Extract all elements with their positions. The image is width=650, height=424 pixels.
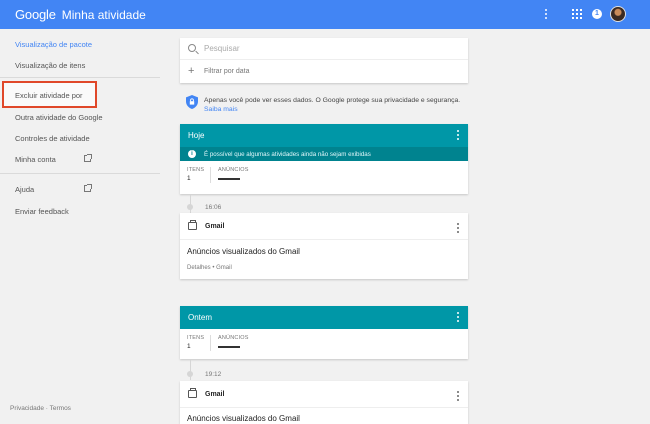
top-app-bar: Google Minha atividade 1 <box>0 0 650 29</box>
more-vert-icon[interactable] <box>456 312 460 324</box>
info-bar: i É possível que algumas atividades aind… <box>180 147 468 161</box>
activity-app: Gmail <box>205 391 225 398</box>
apps-grid-icon[interactable] <box>572 9 582 19</box>
sidebar-item-my-account[interactable]: Minha conta <box>15 155 56 164</box>
sidebar-item-activity-controls[interactable]: Controles de atividade <box>15 134 90 143</box>
group-title: Hoje <box>188 131 205 140</box>
search-card: Pesquisar + Filtrar por data <box>180 38 468 83</box>
info-text: É possível que algumas atividades ainda … <box>204 151 371 158</box>
ads-label: ANÚNCIOS <box>218 167 249 173</box>
activity-title[interactable]: Anúncios visualizados do Gmail <box>187 414 300 423</box>
date-filter-row[interactable]: + Filtrar por data <box>180 60 468 82</box>
more-vert-icon[interactable] <box>456 391 460 403</box>
sidebar-item-help[interactable]: Ajuda <box>15 185 34 194</box>
sidebar-item-item-view[interactable]: Visualização de itens <box>15 61 85 70</box>
group-stats: ITENS 1 ANÚNCIOS <box>180 329 468 357</box>
entry-time: 19:12 <box>205 371 222 378</box>
more-vert-icon[interactable] <box>456 130 460 142</box>
group-card-yesterday: Ontem ITENS 1 ANÚNCIOS <box>180 306 468 359</box>
group-header: Ontem <box>180 306 468 329</box>
search-icon <box>188 44 196 52</box>
search-row[interactable]: Pesquisar <box>180 38 468 60</box>
timeline-dot <box>187 204 193 210</box>
sidebar-divider <box>0 77 160 78</box>
ads-bar <box>218 178 240 180</box>
items-count: 1 <box>187 175 191 182</box>
ads-bar <box>218 346 240 348</box>
notifications-badge[interactable]: 1 <box>592 9 602 19</box>
ads-label: ANÚNCIOS <box>218 335 249 341</box>
sidebar-item-delete-activity[interactable]: Excluir atividade por <box>15 91 83 100</box>
items-label: ITENS <box>187 167 205 173</box>
privacy-text: Apenas você pode ver esses dados. O Goog… <box>204 96 466 114</box>
info-icon: i <box>188 150 196 158</box>
stat-divider <box>210 167 211 183</box>
footer-links[interactable]: Privacidade · Termos <box>10 405 71 412</box>
activity-title[interactable]: Anúncios visualizados do Gmail <box>187 247 300 256</box>
entry-time: 16:06 <box>205 204 222 211</box>
timeline-dot <box>187 371 193 377</box>
more-vert-icon[interactable] <box>456 223 460 235</box>
page-title: Minha atividade <box>61 8 146 22</box>
brand-name: Google <box>15 7 56 22</box>
activity-card[interactable]: Gmail Anúncios visualizados do Gmail <box>180 381 468 424</box>
group-card-today: Hoje i É possível que algumas atividades… <box>180 124 468 194</box>
group-header: Hoje <box>180 124 468 147</box>
briefcase-icon <box>188 220 197 230</box>
sidebar-divider <box>0 173 160 174</box>
sidebar-item-send-feedback[interactable]: Enviar feedback <box>15 207 69 216</box>
learn-more-link[interactable]: Saiba mais <box>204 106 238 113</box>
sidebar-item-bundle-view[interactable]: Visualização de pacote <box>15 40 92 49</box>
timeline-line <box>190 360 191 380</box>
sidebar-item-other-activity[interactable]: Outra atividade do Google <box>15 113 103 122</box>
external-link-icon <box>84 154 92 162</box>
privacy-message: Apenas você pode ver esses dados. O Goog… <box>204 97 461 104</box>
more-options-icon[interactable] <box>540 8 552 22</box>
date-filter-label: Filtrar por data <box>204 68 250 75</box>
account-avatar[interactable] <box>610 6 626 22</box>
shield-lock-icon <box>186 95 198 109</box>
external-link-icon <box>84 184 92 192</box>
search-input[interactable]: Pesquisar <box>204 44 240 53</box>
stat-divider <box>210 335 211 351</box>
briefcase-icon <box>188 388 197 398</box>
items-label: ITENS <box>187 335 205 341</box>
activity-details[interactable]: Detalhes • Gmail <box>187 265 232 271</box>
items-count: 1 <box>187 343 191 350</box>
google-logo[interactable]: Google Minha atividade <box>15 7 146 22</box>
activity-card[interactable]: Gmail Anúncios visualizados do Gmail Det… <box>180 213 468 279</box>
activity-app: Gmail <box>205 223 225 230</box>
plus-icon: + <box>188 65 195 77</box>
group-stats: ITENS 1 ANÚNCIOS <box>180 161 468 189</box>
activity-header: Gmail <box>180 213 468 240</box>
group-title: Ontem <box>188 313 213 322</box>
activity-header: Gmail <box>180 381 468 408</box>
